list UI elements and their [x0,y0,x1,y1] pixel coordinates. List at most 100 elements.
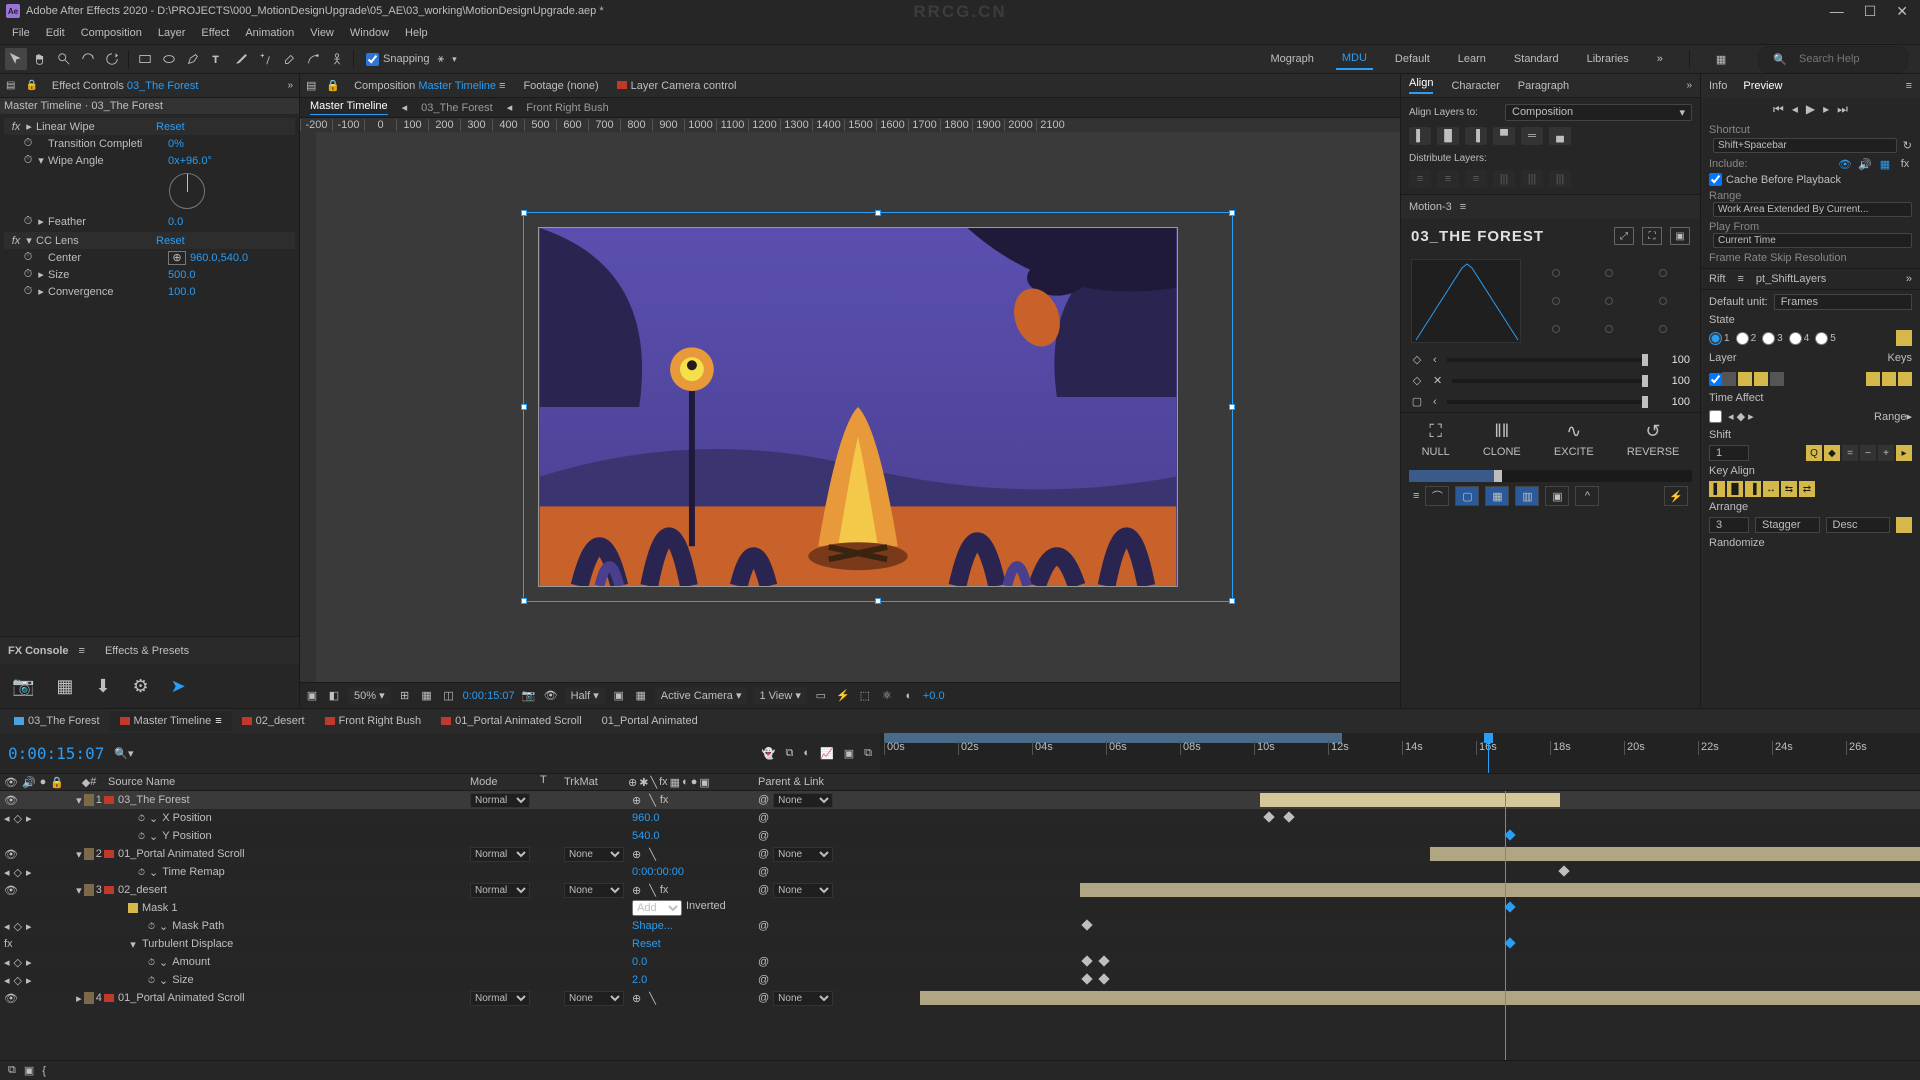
rift-shift-value[interactable]: 1 [1709,445,1749,461]
layer-row[interactable]: 👁 ▸4 01_Portal Animated Scroll Normal No… [0,989,1920,1007]
toggle-modes-icon[interactable]: ▣ [24,1064,34,1077]
tl-draft3d-icon[interactable]: ▣ [844,747,854,760]
fxc-download-icon[interactable]: ⬇ [95,676,110,697]
show-snapshot-icon[interactable]: 👁 [543,688,559,704]
m3-shape-9-icon[interactable]: ▦ [1485,486,1509,506]
property-row[interactable]: ⏱⌄Y Position 540.0 @ [0,827,1920,845]
col-label-icon[interactable]: ◆ [82,776,90,789]
tl-tab-bush[interactable]: Front Right Bush [315,711,432,731]
mask-row[interactable]: Mask 1 Add Inverted [0,899,1920,917]
pickwhip-icon[interactable]: @ [758,848,769,860]
prop-value[interactable]: 500.0 [168,269,196,281]
snap-options-icon[interactable]: ⚹ [438,53,445,66]
twirl-icon[interactable]: ▾ [76,794,82,807]
mask-icon[interactable]: ◫ [441,688,457,704]
timeline-search-icon[interactable]: 🔍▾ [114,747,133,760]
menu-effect[interactable]: Effect [193,27,237,39]
m3-excite-button[interactable]: ∿EXCITE [1554,421,1594,458]
workspace-menu-icon[interactable]: ▦ [1710,49,1732,70]
m3-reverse-button[interactable]: ↺REVERSE [1627,421,1680,458]
workspace-mograph[interactable]: Mograph [1264,49,1319,69]
tl-overlap-icon[interactable]: ⧉ [864,747,872,760]
m3-shape-bolt-icon[interactable]: ⚡ [1664,486,1688,506]
mode-dropdown[interactable]: Normal [470,847,530,862]
close-button[interactable]: ✕ [1896,3,1908,20]
menu-file[interactable]: File [4,27,38,39]
rift-arrange-value[interactable]: 3 [1709,517,1749,533]
rift-keys-icons[interactable] [1866,372,1912,386]
prop-value[interactable]: 540.0 [632,830,660,842]
mode-dropdown[interactable]: Normal [470,883,530,898]
rift-keyalign-icons[interactable]: ▌▐▌▐↔⇆⇄ [1709,481,1815,497]
col-audio-icon[interactable]: 🔊 [22,776,36,789]
panel-lock-icon[interactable]: 🔒 [25,80,37,91]
playfrom-dropdown[interactable]: Current Time [1713,233,1912,248]
brush-tool-icon[interactable] [230,48,252,70]
property-row[interactable]: ◂◇▸ ⏱⌄Amount 0.0 @ [0,953,1920,971]
angle-dial[interactable] [169,173,205,209]
m3-key-shape-icon[interactable]: ◇ [1411,353,1423,366]
timeline-icon[interactable]: ⬚ [857,688,873,704]
fxc-send-icon[interactable]: ➤ [171,676,186,697]
col-eye-icon[interactable]: 👁 [4,776,18,789]
res-icon[interactable]: ⊞ [397,688,413,704]
last-frame-button[interactable]: ⏭ [1837,102,1848,117]
fx-toggle-icon[interactable]: fx [10,121,22,133]
mask-color-icon[interactable] [128,903,138,913]
type-tool-icon[interactable]: T [206,48,228,70]
pen-tool-icon[interactable] [182,48,204,70]
m3-menu-icon[interactable]: ≡ [1413,490,1419,502]
views-dropdown[interactable]: 1 View ▾ [753,687,806,704]
timeline-timecode[interactable]: 0:00:15:07 [8,744,104,763]
menu-animation[interactable]: Animation [237,27,302,39]
prop-value[interactable]: 0% [168,138,184,150]
rift-shift-q-icon[interactable]: Q [1806,445,1822,461]
m3-frame-icon[interactable]: ▣ [1670,227,1690,245]
pickwhip-icon[interactable]: @ [758,830,769,842]
stopwatch-icon[interactable]: ⏱ [138,831,145,842]
preview-menu-icon[interactable]: ≡ [1906,80,1912,92]
dist-vcenter-icon[interactable]: ≡ [1437,170,1459,188]
rift-shift-plus-icon[interactable]: + [1878,445,1894,461]
align-left-icon[interactable]: ▌ [1409,127,1431,145]
menu-help[interactable]: Help [397,27,436,39]
zoom-tool-icon[interactable] [53,48,75,70]
stopwatch-icon[interactable]: ⏱ [22,137,34,150]
prop-value[interactable]: 0x+96.0° [168,155,212,167]
alpha-icon[interactable]: ▣ [304,688,320,704]
col-switches[interactable]: ⊕✱╲fx▦◐●▣ [628,774,758,790]
dist-bottom-icon[interactable]: ≡ [1465,170,1487,188]
stopwatch-icon[interactable]: ⏱ [22,285,34,298]
tl-frameblend-icon[interactable]: ⧉ [786,747,794,760]
m3-clone-button[interactable]: ‖‖CLONE [1483,421,1521,458]
channel-icon[interactable]: ◧ [326,688,342,704]
panel-lock-icon[interactable]: 🔒 [326,79,340,92]
eye-icon[interactable]: 👁 [4,794,18,807]
mask-mode-dropdown[interactable]: Add [632,900,682,916]
fx-console-label[interactable]: FX Console [8,645,69,657]
workspace-standard[interactable]: Standard [1508,49,1565,69]
ellipse-tool-icon[interactable] [158,48,180,70]
eraser-tool-icon[interactable] [278,48,300,70]
align-to-dropdown[interactable]: Composition▾ [1505,104,1692,121]
timeline-ruler-area[interactable]: 00s02s04s06s08s10s12s14s16s18s20s22s24s2… [880,733,1920,773]
motion3-preset-grid[interactable] [1529,259,1690,343]
panel-overflow-icon[interactable]: » [1686,80,1692,91]
footage-tab[interactable]: Footage (none) [519,76,602,96]
prop-value[interactable]: 100.0 [168,286,196,298]
m3-shape-arc-icon[interactable]: ⌒ [1425,486,1449,506]
panel-menu-icon[interactable]: ▤ [6,80,15,91]
include-audio-icon[interactable]: 🔊 [1858,157,1872,171]
exposure-value[interactable]: +0.0 [923,690,945,702]
effect-row[interactable]: fx ▾Turbulent Displace Reset [0,935,1920,953]
layer-row[interactable]: 👁 ▾3 02_desert Normal None ⊕╲fx @None [0,881,1920,899]
roto-tool-icon[interactable] [302,48,324,70]
parent-dropdown[interactable]: None [773,883,833,898]
tl-tab-desert[interactable]: 02_desert [232,711,315,731]
include-video-icon[interactable]: 👁 [1838,157,1852,171]
eye-icon[interactable]: 👁 [4,992,18,1005]
effects-presets-tab[interactable]: Effects & Presets [105,645,189,657]
tl-tab-master[interactable]: Master Timeline ≡ [110,711,232,731]
playhead[interactable] [1488,733,1489,773]
panel-overflow-icon[interactable]: » [287,80,293,91]
